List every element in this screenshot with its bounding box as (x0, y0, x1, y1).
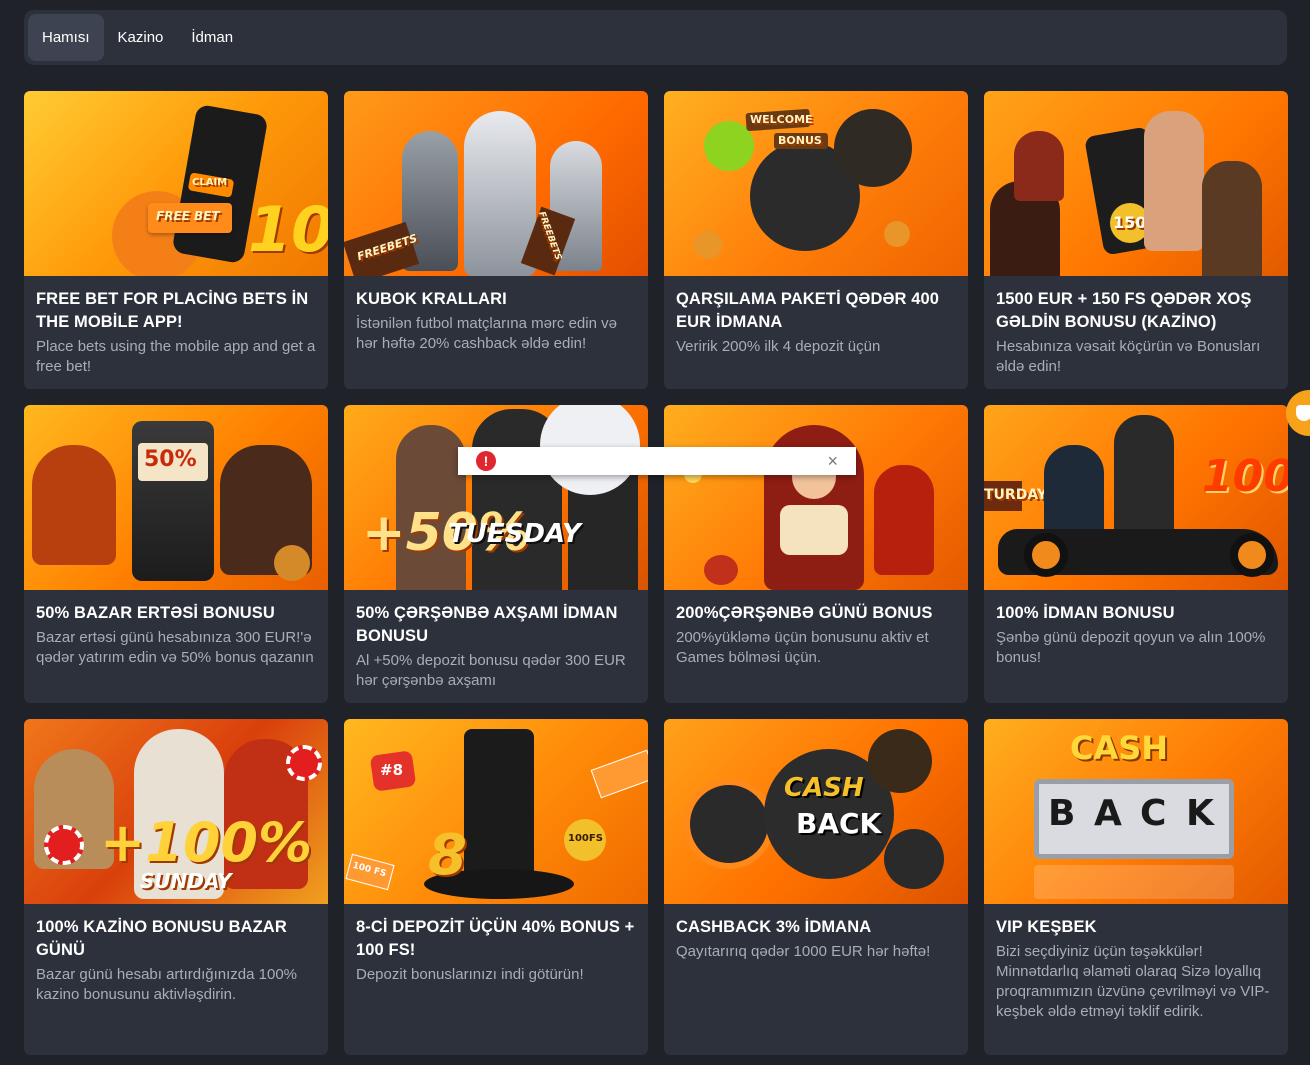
promo-banner: +100% SUNDAY (24, 719, 328, 904)
banner-label: CASH (784, 773, 864, 803)
banner-label: 8 (428, 823, 467, 888)
promo-banner: CASH B A C K (984, 719, 1288, 904)
tab-sport[interactable]: İdman (177, 14, 247, 61)
banner-label: 100FS (568, 833, 603, 844)
support-chat-button[interactable] (1286, 390, 1310, 436)
close-icon[interactable]: × (827, 452, 838, 470)
error-icon: ! (476, 451, 496, 471)
banner-label: 150 (1113, 213, 1147, 232)
promo-banner: 150 (984, 91, 1288, 276)
promo-title: KUBOK KRALLARI (356, 290, 507, 308)
promo-banner: #8 8 100FS 100 FS (344, 719, 648, 904)
promo-title: 50% ÇƏRŞƏNBƏ AXŞAMI İDMAN BONUSU (356, 604, 618, 645)
banner-label: CASH (1070, 729, 1169, 767)
banner-label: 50% (144, 447, 197, 472)
promo-banner: WELCOME BONUS (664, 91, 968, 276)
promo-description: Place bets using the mobile app and get … (36, 338, 316, 375)
promo-title: 200%ÇƏRŞƏNBƏ GÜNÜ BONUS (676, 604, 933, 622)
banner-label: 10% (248, 193, 328, 266)
promo-banner: +50% TUESDAY (344, 405, 648, 590)
promo-title: FREE BET FOR PLACİNG BETS İN THE MOBİLE … (36, 290, 309, 331)
promo-card-mobile-freebet[interactable]: CLAIM FREE BET 10% FREE BET FOR PLACİNG … (24, 91, 328, 389)
promo-card-vip-cashback[interactable]: CASH B A C K VIP KEŞBEK Bizi seçdiyiniz … (984, 719, 1288, 1055)
banner-label: WELCOME (750, 113, 813, 126)
promo-description: Hesabınıza vəsait köçürün və Bonusları ə… (996, 338, 1261, 375)
promo-banner: 50% (24, 405, 328, 590)
banner-label: C (1140, 793, 1167, 834)
banner-label: +100% (100, 811, 313, 874)
promo-description: Bizi seçdiyiniz üçün təşəkkülər! Minnətd… (996, 943, 1270, 1020)
promo-description: İstənilən futbol matçlarına mərc edin və… (356, 315, 617, 352)
promo-banner: TURDAY 100 (984, 405, 1288, 590)
promo-description: 200%yükləmə üçün bonusunu aktiv et Games… (676, 629, 929, 666)
filter-tabs: Hamısı Kazino İdman (24, 10, 1287, 65)
promo-banner: CASH BACK (664, 719, 968, 904)
promo-banner (664, 405, 968, 590)
promo-title: 1500 EUR + 150 FS QƏDƏR XOŞ GƏLDİN BONUS… (996, 290, 1252, 331)
promo-description: Qayıtarırıq qədər 1000 EUR hər həftə! (676, 943, 931, 960)
promo-title: 100% İDMAN BONUSU (996, 604, 1175, 622)
banner-label: FREE BET (156, 209, 220, 223)
promo-card-sunday[interactable]: +100% SUNDAY 100% KAZİNO BONUSU BAZAR GÜ… (24, 719, 328, 1055)
banner-label: SUNDAY (140, 869, 232, 893)
promo-card-saturday[interactable]: TURDAY 100 100% İDMAN BONUSU Şənbə günü … (984, 405, 1288, 703)
promo-card-cashback-sport[interactable]: CASH BACK CASHBACK 3% İDMANA Qayıtarırıq… (664, 719, 968, 1055)
promo-title: VIP KEŞBEK (996, 918, 1097, 936)
banner-label: K (1186, 793, 1214, 834)
error-toast: ! × (458, 447, 856, 475)
chat-icon (1296, 405, 1310, 421)
promo-title: 100% KAZİNO BONUSU BAZAR GÜNÜ (36, 918, 287, 959)
promo-card-8th-deposit[interactable]: #8 8 100FS 100 FS 8-Cİ DEPOZİT ÜÇÜN 40% … (344, 719, 648, 1055)
promo-banner: CLAIM FREE BET 10% (24, 91, 328, 276)
promo-title: 8-Cİ DEPOZİT ÜÇÜN 40% BONUS + 100 FS! (356, 918, 635, 959)
banner-label: #8 (380, 761, 404, 779)
banner-label: A (1094, 793, 1122, 834)
promo-title: CASHBACK 3% İDMANA (676, 918, 872, 936)
promotions-grid: CLAIM FREE BET 10% FREE BET FOR PLACİNG … (24, 91, 1288, 1055)
tab-all[interactable]: Hamısı (28, 14, 104, 61)
promo-description: Al +50% depozit bonusu qədər 300 EUR hər… (356, 652, 626, 689)
banner-label: BACK (796, 807, 882, 840)
promo-description: Şənbə günü depozit qoyun və alın 100% bo… (996, 629, 1266, 666)
banner-label: CLAIM (192, 177, 228, 188)
banner-label: TUESDAY (448, 519, 581, 549)
banner-label: 100 (1202, 451, 1288, 502)
promo-description: Veririk 200% ilk 4 depozit üçün (676, 338, 881, 355)
promo-banner: FREEBETS FREEBETS (344, 91, 648, 276)
promotions-page: Hamısı Kazino İdman CLAIM FREE BET 10% F… (0, 0, 1310, 1065)
promo-card-welcome-casino[interactable]: 150 1500 EUR + 150 FS QƏDƏR XOŞ GƏLDİN B… (984, 91, 1288, 389)
promo-description: Bazar ertəsi günü hesabınıza 300 EUR!'ə … (36, 629, 314, 666)
promo-description: Bazar günü hesabı artırdığınızda 100% ka… (36, 966, 298, 1003)
promo-title: 50% BAZAR ERTƏSİ BONUSU (36, 604, 275, 622)
promo-title: QARŞILAMA PAKETİ QƏDƏR 400 EUR İDMANA (676, 290, 940, 331)
promo-card-cup-kings[interactable]: FREEBETS FREEBETS KUBOK KRALLARI İstənil… (344, 91, 648, 389)
banner-label: BONUS (778, 134, 822, 147)
promo-card-welcome-sport[interactable]: WELCOME BONUS QARŞILAMA PAKETİ QƏDƏR 400… (664, 91, 968, 389)
banner-label: B (1048, 793, 1076, 834)
tab-casino[interactable]: Kazino (104, 14, 178, 61)
promo-card-monday[interactable]: 50% 50% BAZAR ERTƏSİ BONUSU Bazar ertəsi… (24, 405, 328, 703)
banner-label: TURDAY (984, 487, 1047, 503)
promo-description: Depozit bonuslarınızı indi götürün! (356, 966, 584, 983)
